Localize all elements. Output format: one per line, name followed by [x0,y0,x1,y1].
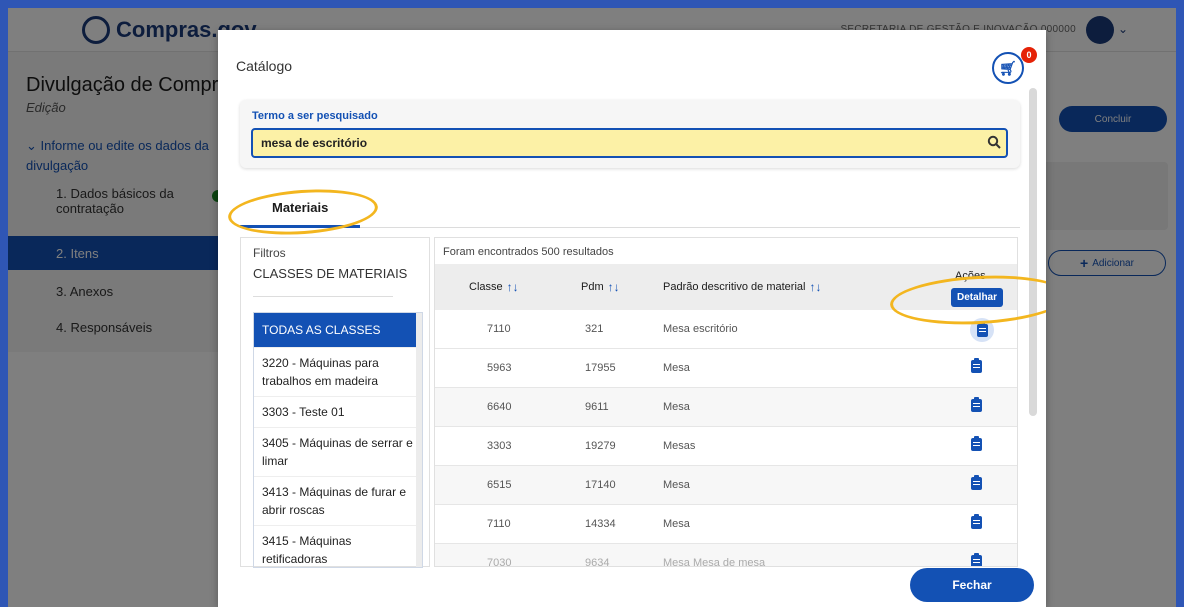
cell-classe: 5963 [487,362,512,374]
catalog-modal: Catálogo 🛒︎ 0 Termo a ser pesquisado Mat… [218,30,1046,607]
column-header-label: Padrão descritivo de material [663,281,806,293]
cell-pdm: 321 [585,323,604,335]
cell-pdm: 9634 [585,557,610,567]
class-item-all[interactable]: TODAS AS CLASSES [254,313,422,348]
cell-classe: 6640 [487,401,512,413]
cell-classe: 7030 [487,557,512,567]
divider [253,296,393,297]
detalhar-button[interactable] [971,436,991,454]
cell-classe: 7110 [487,518,511,530]
class-item[interactable]: 3220 - Máquinas para trabalhos em madeir… [254,348,422,397]
cell-descricao: Mesa [663,479,690,491]
filters-subtitle: CLASSES DE MATERIAIS [253,266,408,281]
table-row[interactable]: 6515 17140 Mesa [435,466,1017,505]
cell-descricao: Mesa Mesa de mesa [663,557,766,567]
cell-descricao: Mesas [663,440,696,452]
sort-icon: ↑↓ [506,280,519,294]
class-list: TODAS AS CLASSES 3220 - Máquinas para tr… [253,312,423,568]
sort-icon: ↑↓ [607,280,620,294]
modal-title: Catálogo [236,58,293,74]
clipboard-icon [977,322,988,337]
cell-pdm: 14334 [585,518,616,530]
clipboard-icon [971,436,982,451]
search-icon[interactable] [985,133,1003,151]
cell-classe: 7110 [487,323,511,335]
table-row[interactable]: 3303 19279 Mesas [435,427,1017,466]
cell-descricao: Mesa [663,401,690,413]
detalhar-button[interactable] [971,475,991,493]
clipboard-icon [971,514,982,529]
column-header-label: Ações [955,270,986,282]
cart-count-badge: 0 [1021,47,1037,63]
table-header: Classe ↑↓ Pdm ↑↓ Padrão descritivo de mate… [435,264,1017,310]
detalhar-button[interactable] [971,514,991,532]
cell-classe: 3303 [487,440,512,452]
cell-pdm: 17140 [585,479,616,491]
search-input[interactable] [251,128,1008,158]
class-item[interactable]: 3415 - Máquinas retificadoras [254,526,422,567]
column-header-label: Classe [469,281,503,293]
class-item[interactable]: 3405 - Máquinas de serrar e limar [254,428,422,477]
detalhar-button[interactable] [971,553,991,566]
filters-title: Filtros [253,246,286,260]
fechar-button[interactable]: Fechar [910,568,1034,602]
table-row[interactable]: 7110 321 Mesa escritório [435,310,1017,349]
table-row[interactable]: 7110 14334 Mesa [435,505,1017,544]
column-header-label: Pdm [581,281,604,293]
cell-pdm: 19279 [585,440,616,452]
cart-button[interactable]: 🛒︎ [992,52,1024,84]
tab-materiais[interactable]: Materiais [240,190,361,228]
column-header-pdm[interactable]: Pdm ↑↓ [581,280,620,294]
column-header-classe[interactable]: Classe ↑↓ [469,280,519,294]
table-row[interactable]: 5963 17955 Mesa [435,349,1017,388]
clipboard-icon [971,358,982,373]
detalhar-button-hovered[interactable] [970,318,994,342]
cell-descricao: Mesa escritório [663,323,738,335]
cell-descricao: Mesa [663,362,690,374]
cart-icon: 🛒︎ [999,59,1017,76]
results-panel: Foram encontrados 500 resultados Classe ↑… [434,237,1018,567]
cell-classe: 6515 [487,479,512,491]
class-item[interactable]: 3303 - Teste 01 [254,397,422,428]
table-row[interactable]: 6640 9611 Mesa [435,388,1017,427]
detalhar-button[interactable] [971,397,991,415]
results-count: Foram encontrados 500 resultados [443,246,614,258]
clipboard-icon [971,553,982,566]
filters-panel: Filtros CLASSES DE MATERIAIS TODAS AS CL… [240,237,430,568]
cell-pdm: 9611 [585,401,609,413]
sort-icon: ↑↓ [809,280,822,294]
detalhar-button[interactable] [971,358,991,376]
tabs: Materiais [240,190,1020,228]
class-item[interactable]: 3413 - Máquinas de furar e abrir roscas [254,477,422,526]
clipboard-icon [971,397,982,412]
tooltip-detalhar: Detalhar [951,288,1004,307]
cell-pdm: 17955 [585,362,616,374]
column-header-acoes: Ações [955,270,986,282]
modal-scrollbar[interactable] [1029,88,1037,416]
column-header-descricao[interactable]: Padrão descritivo de material ↑↓ [663,280,821,294]
search-label: Termo a ser pesquisado [252,110,378,122]
table-row[interactable]: 7030 9634 Mesa Mesa de mesa [435,544,1017,567]
search-card: Termo a ser pesquisado [240,100,1020,168]
class-list-scrollbar[interactable] [416,313,422,567]
cell-descricao: Mesa [663,518,690,530]
clipboard-icon [971,475,982,490]
